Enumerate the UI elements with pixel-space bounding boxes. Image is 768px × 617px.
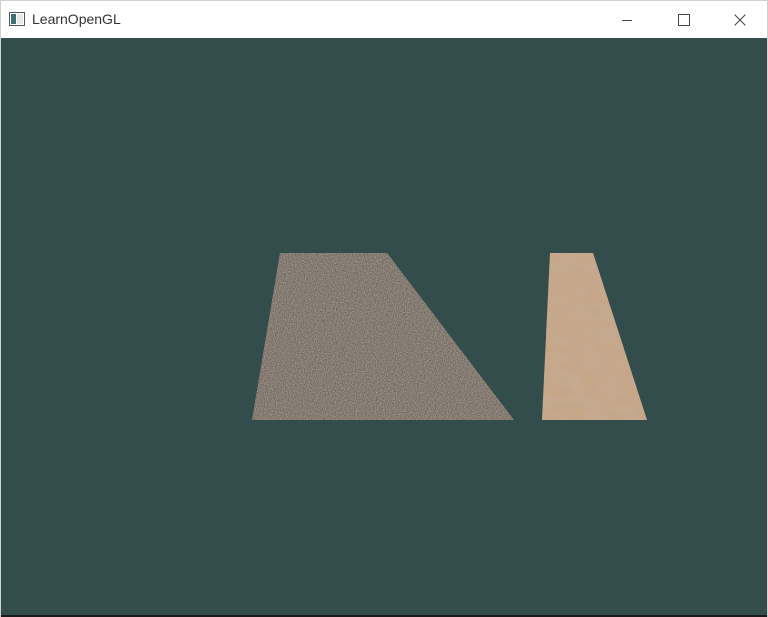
app-window: LearnOpenGL	[0, 0, 768, 617]
maximize-button[interactable]	[656, 1, 712, 38]
close-icon	[734, 13, 746, 26]
container-quad	[542, 253, 647, 420]
marble-quad	[252, 253, 514, 420]
opengl-viewport[interactable]	[1, 38, 767, 615]
maximize-icon	[678, 13, 690, 26]
app-icon	[9, 12, 25, 26]
render-scene	[252, 253, 647, 420]
close-button[interactable]	[712, 1, 768, 38]
window-title: LearnOpenGL	[32, 11, 121, 27]
minimize-button[interactable]	[599, 1, 655, 38]
minimize-icon	[622, 19, 632, 21]
title-bar[interactable]: LearnOpenGL	[1, 1, 767, 38]
